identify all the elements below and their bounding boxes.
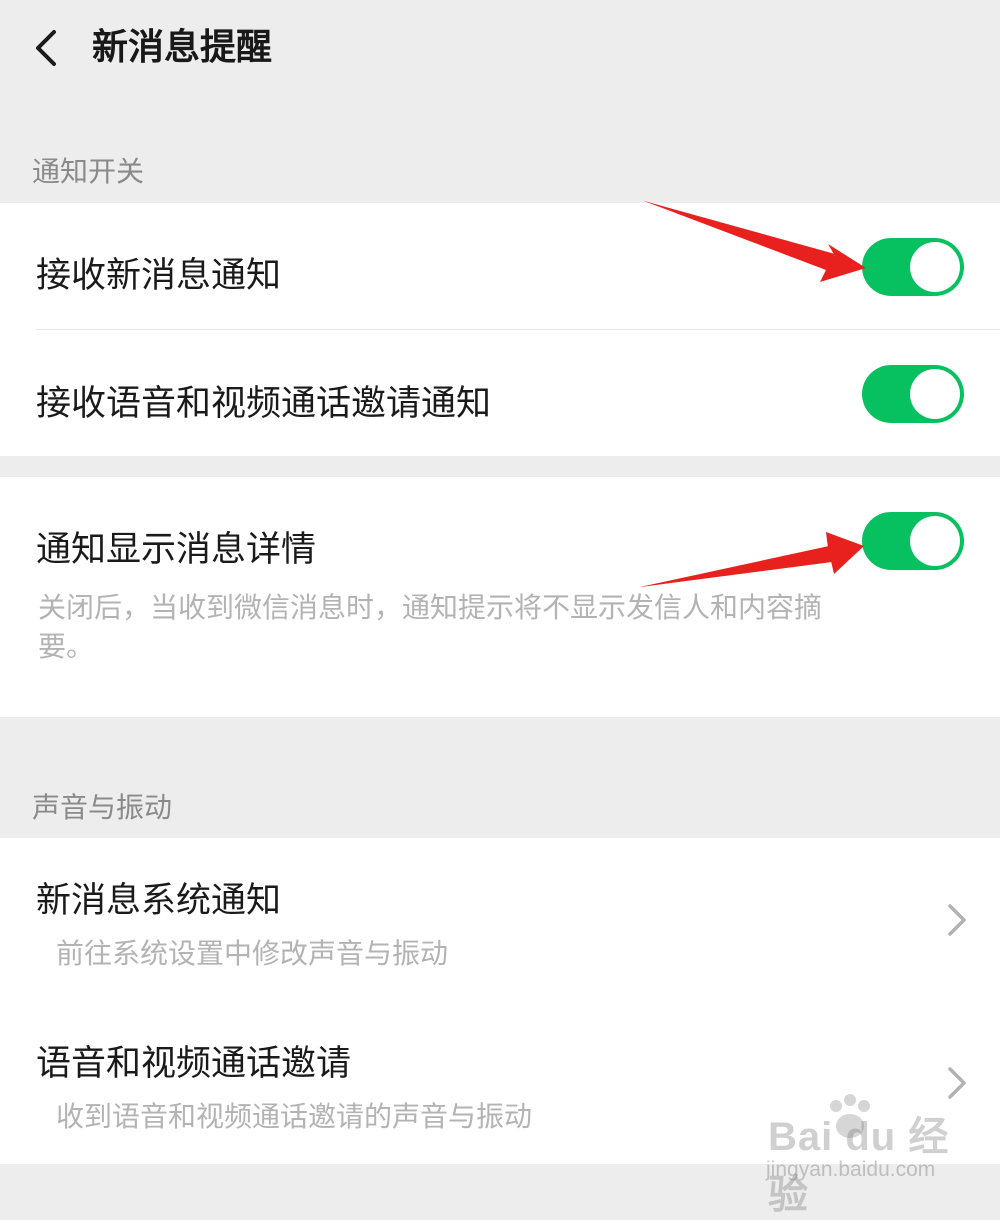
divider	[36, 329, 1000, 330]
message-detail-description-line2: 要。	[38, 630, 95, 663]
section-label-notification-switch: 通知开关	[32, 155, 145, 188]
message-detail-description-line1: 关闭后，当收到微信消息时，通知提示将不显示发信人和内容摘	[38, 591, 823, 624]
call-invite-sound-label: 语音和视频通话邀请	[36, 1044, 352, 1084]
call-invite-sound-row[interactable]: 语音和视频通话邀请 收到语音和视频通话邀请的声音与振动	[0, 1001, 1000, 1164]
notification-switch-card: 接收新消息通知 接收语音和视频通话邀请通知	[0, 203, 1000, 456]
show-message-detail-label: 通知显示消息详情	[36, 530, 317, 570]
toggle-knob	[910, 516, 960, 566]
receive-new-message-toggle[interactable]	[862, 238, 964, 296]
toggle-knob	[910, 369, 960, 419]
receive-new-message-label: 接收新消息通知	[36, 256, 282, 296]
receive-call-invite-toggle[interactable]	[862, 365, 964, 423]
toggle-knob	[910, 242, 960, 292]
chevron-left-icon	[36, 30, 56, 66]
header-bar: 新消息提醒	[0, 0, 1000, 110]
show-message-detail-toggle[interactable]	[862, 512, 964, 570]
back-button[interactable]	[24, 22, 76, 74]
chevron-right-icon	[938, 898, 974, 942]
sound-vibration-card: 新消息系统通知 前往系统设置中修改声音与振动 语音和视频通话邀请 收到语音和视频…	[0, 838, 1000, 1164]
page-title: 新消息提醒	[92, 27, 273, 68]
new-message-system-notification-label: 新消息系统通知	[36, 881, 282, 921]
message-detail-card: 通知显示消息详情 关闭后，当收到微信消息时，通知提示将不显示发信人和内容摘 要。	[0, 477, 1000, 717]
call-invite-sound-description: 收到语音和视频通话邀请的声音与振动	[56, 1100, 533, 1133]
chevron-right-icon	[938, 1061, 974, 1105]
section-label-sound-vibration: 声音与振动	[32, 791, 173, 824]
receive-call-invite-label: 接收语音和视频通话邀请通知	[36, 384, 492, 424]
new-message-system-notification-row[interactable]: 新消息系统通知 前往系统设置中修改声音与振动	[0, 838, 1000, 1001]
new-message-system-notification-description: 前往系统设置中修改声音与振动	[56, 937, 449, 970]
